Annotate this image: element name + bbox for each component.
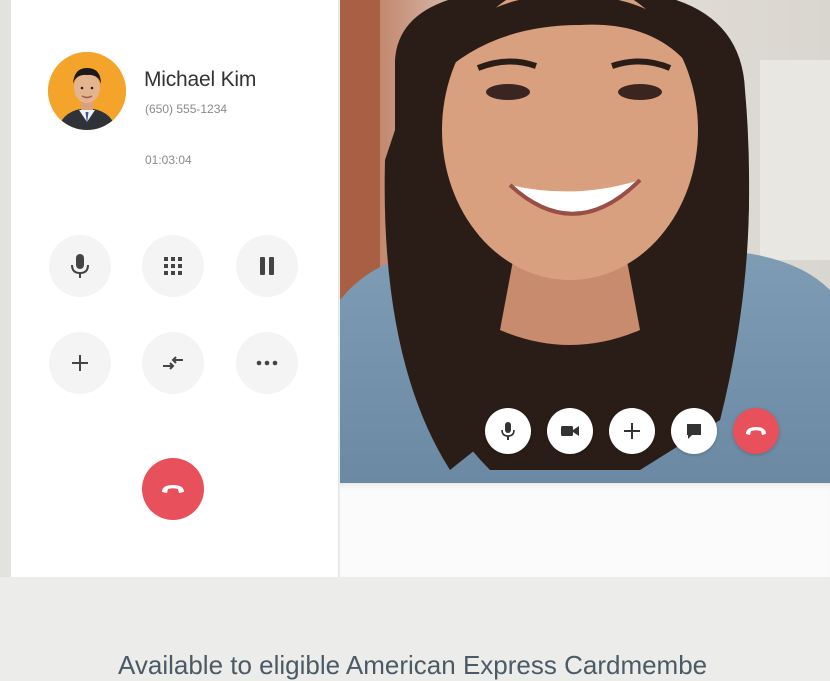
call-panel: Michael Kim (650) 555-1234 01:03:04 (11, 0, 339, 577)
keypad-icon (164, 257, 182, 275)
video-feed (340, 0, 830, 483)
video-mute-button[interactable] (485, 408, 531, 454)
video-chat-button[interactable] (671, 408, 717, 454)
contact-phone: (650) 555-1234 (145, 102, 228, 116)
contact-name: Michael Kim (144, 68, 257, 91)
video-camera-button[interactable] (547, 408, 593, 454)
chat-icon (687, 424, 701, 439)
video-add-button[interactable] (609, 408, 655, 454)
end-call-button[interactable] (142, 458, 204, 520)
microphone-icon (71, 254, 89, 278)
left-edge-strip (0, 0, 11, 577)
microphone-icon (501, 422, 515, 440)
mute-button[interactable] (49, 235, 111, 297)
hangup-icon (162, 485, 184, 493)
transfer-button[interactable] (142, 332, 204, 394)
hangup-icon (746, 427, 766, 435)
avatar-person-icon (48, 52, 126, 130)
video-panel-footer (340, 483, 830, 577)
transfer-icon (163, 356, 183, 370)
hold-button[interactable] (236, 235, 298, 297)
pause-icon (260, 257, 274, 275)
more-icon (256, 360, 278, 366)
more-options-button[interactable] (236, 332, 298, 394)
keypad-button[interactable] (142, 235, 204, 297)
video-end-call-button[interactable] (733, 408, 779, 454)
video-camera-icon (561, 426, 579, 436)
add-icon (624, 423, 640, 439)
add-call-button[interactable] (49, 332, 111, 394)
avatar (48, 52, 126, 130)
call-duration: 01:03:04 (145, 153, 192, 167)
disclaimer-text: Available to eligible American Express C… (118, 650, 708, 680)
add-icon (72, 355, 88, 371)
